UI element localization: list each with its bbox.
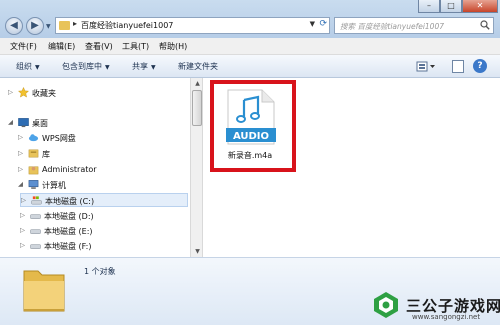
expand-arrow-icon[interactable]: ▷ — [18, 133, 23, 141]
include-library-button[interactable]: 包含到库中 ▼ — [62, 61, 110, 72]
expand-arrow-icon[interactable]: ▷ — [18, 149, 23, 157]
tree-label: 本地磁盘 (D:) — [44, 212, 94, 221]
scroll-up-icon[interactable]: ▲ — [192, 80, 203, 87]
drive-icon — [30, 229, 41, 234]
tree-item-computer[interactable]: ◢ 计算机 — [18, 178, 186, 192]
tree-item-favorites[interactable]: ▷ 收藏夹 — [8, 86, 186, 100]
view-options-icon[interactable] — [416, 60, 438, 73]
scroll-down-icon[interactable]: ▼ — [192, 248, 203, 255]
back-button[interactable]: ◀ — [5, 17, 23, 35]
expand-arrow-icon[interactable]: ▷ — [20, 241, 25, 249]
collapse-arrow-icon[interactable]: ◢ — [8, 118, 13, 126]
tree-item-library[interactable]: ▷ 库 — [18, 147, 186, 161]
preview-pane-icon[interactable] — [452, 60, 464, 73]
tree-label: 计算机 — [42, 181, 66, 190]
menu-view[interactable]: 查看(V) — [85, 41, 113, 52]
desktop-icon — [18, 118, 29, 128]
user-folder-icon — [28, 166, 39, 175]
star-icon — [18, 87, 29, 98]
tree-label: 本地磁盘 (C:) — [45, 197, 95, 206]
help-button[interactable]: ? — [473, 59, 487, 73]
recent-pages-dropdown[interactable]: ▼ — [46, 24, 52, 30]
organize-button[interactable]: 组织 ▼ — [16, 61, 40, 72]
address-bar[interactable]: ▸ 百度经验tianyuefei1007 ▼ ⟳ — [55, 17, 330, 34]
menu-file[interactable]: 文件(F) — [10, 41, 37, 52]
share-label: 共享 — [132, 62, 148, 71]
menu-bar: 文件(F) 编辑(E) 查看(V) 工具(T) 帮助(H) — [0, 38, 500, 55]
back-arrow-icon: ◀ — [10, 20, 18, 31]
computer-icon — [28, 180, 39, 189]
command-bar: 组织 ▼ 包含到库中 ▼ 共享 ▼ 新建文件夹 ? — [0, 55, 500, 78]
share-button[interactable]: 共享 ▼ — [132, 61, 156, 72]
nav-pane-scrollbar[interactable]: ▲ ▼ — [190, 78, 203, 257]
drive-icon — [30, 214, 41, 219]
forward-button[interactable]: ▶ — [26, 17, 44, 35]
watermark-url: www.sangongzi.net — [412, 313, 481, 321]
library-icon — [28, 149, 39, 158]
tree-item-drive-e[interactable]: ▷ 本地磁盘 (E:) — [20, 224, 188, 238]
audio-label: AUDIO — [233, 131, 269, 142]
audio-file-icon[interactable]: AUDIO — [222, 88, 280, 146]
tree-label: 收藏夹 — [32, 89, 56, 98]
item-count: 1 个对象 — [84, 267, 116, 276]
folder-icon — [59, 21, 70, 30]
drive-icon — [30, 244, 41, 249]
expand-arrow-icon[interactable]: ▷ — [18, 165, 23, 173]
tree-label: WPS网盘 — [42, 134, 76, 143]
file-name[interactable]: 新录音.m4a — [212, 150, 288, 161]
chevron-down-icon: ▼ — [105, 64, 110, 71]
chevron-down-icon: ▼ — [35, 64, 40, 71]
system-drive-icon — [31, 196, 42, 205]
expand-arrow-icon[interactable]: ▷ — [8, 88, 13, 96]
tree-item-administrator[interactable]: ▷ Administrator — [18, 163, 186, 177]
maximize-button[interactable]: □ — [440, 0, 462, 13]
include-library-label: 包含到库中 — [62, 62, 102, 71]
menu-edit[interactable]: 编辑(E) — [48, 41, 75, 52]
navigation-pane: ▷ 收藏夹 ◢ 桌面 ▷ WPS网盘 ▷ 库 ▷ Administrator ◢… — [0, 78, 190, 257]
cloud-icon — [28, 134, 39, 142]
forward-arrow-icon: ▶ — [31, 20, 39, 31]
file-list[interactable]: AUDIO 新录音.m4a — [204, 78, 500, 257]
tree-label: Administrator — [42, 165, 97, 174]
tree-item-drive-f[interactable]: ▷ 本地磁盘 (F:) — [20, 239, 188, 253]
window-controls: – □ ✕ — [418, 0, 498, 14]
menu-help[interactable]: 帮助(H) — [159, 41, 187, 52]
collapse-arrow-icon[interactable]: ◢ — [18, 180, 23, 188]
breadcrumb-separator[interactable]: ▸ — [73, 19, 77, 28]
expand-arrow-icon[interactable]: ▷ — [21, 196, 26, 204]
tree-label: 本地磁盘 (F:) — [44, 242, 92, 251]
search-icon[interactable] — [480, 20, 490, 30]
expand-arrow-icon[interactable]: ▷ — [20, 226, 25, 234]
minimize-button[interactable]: – — [418, 0, 440, 13]
tree-item-desktop[interactable]: ◢ 桌面 — [8, 116, 186, 130]
tree-label: 库 — [42, 150, 50, 159]
organize-label: 组织 — [16, 62, 32, 71]
menu-tools[interactable]: 工具(T) — [122, 41, 149, 52]
chevron-down-icon: ▼ — [151, 64, 156, 71]
address-path[interactable]: 百度经验tianyuefei1007 — [81, 20, 173, 31]
tree-label: 本地磁盘 (E:) — [44, 227, 93, 236]
scroll-thumb[interactable] — [192, 90, 202, 126]
refresh-icon[interactable]: ⟳ — [319, 19, 327, 29]
watermark-logo-icon — [374, 292, 398, 318]
tree-item-drive-d[interactable]: ▷ 本地磁盘 (D:) — [20, 209, 188, 223]
tree-item-drive-c[interactable]: ▷ 本地磁盘 (C:) — [20, 193, 188, 207]
folder-icon — [23, 270, 65, 312]
close-button[interactable]: ✕ — [462, 0, 498, 13]
tree-label: 桌面 — [32, 119, 48, 128]
address-row: ◀ ▶ ▼ ▸ 百度经验tianyuefei1007 ▼ ⟳ 搜索 百度经验ti… — [0, 0, 500, 38]
address-dropdown-icon[interactable]: ▼ — [310, 20, 315, 28]
expand-arrow-icon[interactable]: ▷ — [20, 211, 25, 219]
search-input[interactable]: 搜索 百度经验tianyuefei1007 — [334, 17, 494, 34]
search-placeholder: 搜索 百度经验tianyuefei1007 — [340, 22, 444, 31]
new-folder-button[interactable]: 新建文件夹 — [178, 61, 218, 72]
tree-item-wps-cloud[interactable]: ▷ WPS网盘 — [18, 131, 186, 145]
